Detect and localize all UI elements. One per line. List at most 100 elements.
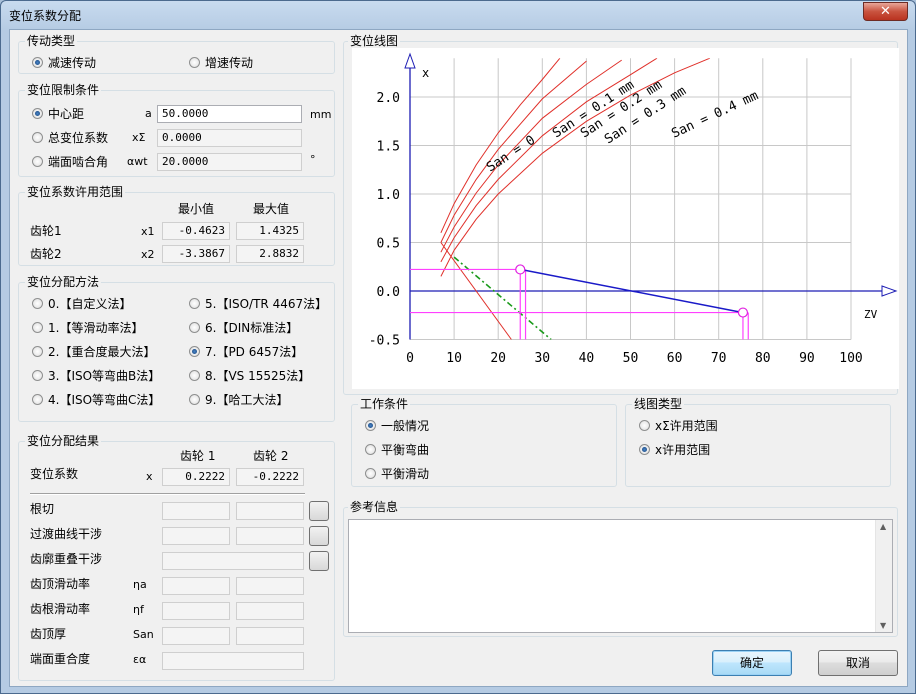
chart-area: 0 10 20 30 40 50 60 70 80 90 100 2.0 1.5 1.0 0.5 0.0 -0.… xyxy=(352,48,899,389)
result-row-symbol-6: εα xyxy=(133,653,147,666)
chart-title: 变位线图 xyxy=(348,33,401,49)
radio-work-bending[interactable] xyxy=(365,444,376,455)
range-col-min: 最小值 xyxy=(178,202,215,216)
radio-work-sliding[interactable] xyxy=(365,468,376,479)
result-row-gear1-5 xyxy=(162,627,230,645)
x-tick-label-10: 100 xyxy=(839,351,862,366)
result-row-gear2-4 xyxy=(236,602,304,620)
method-title: 变位分配方法 xyxy=(25,274,102,290)
result-x2: -0.2222 xyxy=(236,468,304,486)
y-tick-label-2: 1.0 xyxy=(377,188,400,203)
radio-pressure-angle[interactable] xyxy=(32,156,43,167)
total-coef-label: 总变位系数 xyxy=(48,131,109,145)
scroll-down-icon[interactable]: ▼ xyxy=(880,621,886,630)
result-row-gear1-4 xyxy=(162,602,230,620)
radio-method-9[interactable] xyxy=(189,394,200,405)
result-row-detail-button-1[interactable] xyxy=(309,526,329,546)
gear1-symbol: x1 xyxy=(141,225,155,238)
result-row-symbol-4: ηf xyxy=(133,603,144,616)
result-row-label-6: 端面重合度 xyxy=(30,652,91,666)
radio-linetype-x[interactable] xyxy=(639,444,650,455)
result-row-label-5: 齿顶厚 xyxy=(30,627,67,641)
result-row-label-3: 齿顶滑动率 xyxy=(30,577,91,591)
center-distance-unit: mm xyxy=(310,108,332,121)
result-row-detail-button-0[interactable] xyxy=(309,501,329,521)
close-icon: ✕ xyxy=(880,4,891,19)
gear2-min: -3.3867 xyxy=(162,245,230,263)
x-axis-label: ZV xyxy=(864,308,878,321)
result-row-detail-button-2[interactable] xyxy=(309,551,329,571)
drive-type-title: 传动类型 xyxy=(25,33,78,49)
range-col-max: 最大值 xyxy=(253,202,290,216)
red-curve-2 xyxy=(440,59,622,253)
result-col-gear1: 齿轮 1 xyxy=(180,449,216,463)
radio-method-8[interactable] xyxy=(32,394,43,405)
marker-1 xyxy=(737,307,749,318)
radio-linetype-total[interactable] xyxy=(639,420,650,431)
work-bending-label: 平衡弯曲 xyxy=(381,443,430,457)
method-label-5: 7.【PD 6457法】 xyxy=(205,345,304,359)
y-axis-arrow xyxy=(404,52,416,69)
x-tick-label-4: 40 xyxy=(579,351,595,366)
range-title: 变位系数许用范围 xyxy=(25,184,126,200)
work-general-label: 一般情况 xyxy=(381,419,430,433)
gear2-symbol: x2 xyxy=(141,248,155,261)
x-tick-label-3: 30 xyxy=(534,351,550,366)
radio-center-distance[interactable] xyxy=(32,108,43,119)
dialog-window: 变位系数分配 ✕ 传动类型 减速传动 增速传动 变位限制条件 中心距 a 50.… xyxy=(0,0,916,694)
result-row-gear1-3 xyxy=(162,577,230,595)
gear1-max: 1.4325 xyxy=(236,222,304,240)
radio-method-2[interactable] xyxy=(32,322,43,333)
range-group: 变位系数许用范围 最小值 最大值 齿轮1 x1 -0.4623 1.4325 齿… xyxy=(18,184,335,266)
ok-button[interactable]: 确定 xyxy=(712,650,792,676)
result-col-gear2: 齿轮 2 xyxy=(253,449,289,463)
result-row-gear2-0 xyxy=(236,502,304,520)
radio-method-5[interactable] xyxy=(189,346,200,357)
info-scrollbar[interactable]: ▲ ▼ xyxy=(875,520,892,632)
method-label-8: 4.【ISO等弯曲C法】 xyxy=(48,393,161,407)
gear2-max: 2.8832 xyxy=(236,245,304,263)
constraint-title: 变位限制条件 xyxy=(25,82,102,98)
radio-method-6[interactable] xyxy=(32,370,43,381)
x-tick-label-5: 50 xyxy=(623,351,639,366)
x-tick-label-6: 60 xyxy=(667,351,683,366)
result-row-gear2-5 xyxy=(236,627,304,645)
cancel-button[interactable]: 取消 xyxy=(818,650,898,676)
result-separator xyxy=(30,493,305,495)
marker-0 xyxy=(515,264,526,275)
radio-method-3[interactable] xyxy=(189,322,200,333)
pressure-angle-input[interactable]: 20.0000 xyxy=(157,153,302,171)
radio-method-7[interactable] xyxy=(189,370,200,381)
radio-method-1[interactable] xyxy=(189,298,200,309)
total-coef-symbol: xΣ xyxy=(132,131,146,144)
total-coef-input[interactable]: 0.0000 xyxy=(157,129,302,147)
decel-label: 减速传动 xyxy=(48,56,97,70)
radio-work-general[interactable] xyxy=(365,420,376,431)
y-tick-label-5: -0.5 xyxy=(369,334,400,349)
x-tick-label-2: 20 xyxy=(490,351,506,366)
pressure-angle-symbol: αwt xyxy=(127,155,148,168)
result-row-gear1-0 xyxy=(162,502,230,520)
radio-decel[interactable] xyxy=(32,57,43,68)
result-group: 变位分配结果 齿轮 1 齿轮 2 变位系数 x 0.2222 -0.2222 根… xyxy=(18,433,335,681)
method-label-6: 3.【ISO等弯曲B法】 xyxy=(48,369,161,383)
info-textarea[interactable]: ▲ ▼ xyxy=(348,519,893,633)
radio-accel[interactable] xyxy=(189,57,200,68)
radio-total-coef[interactable] xyxy=(32,132,43,143)
radio-method-0[interactable] xyxy=(32,298,43,309)
chart-svg: 0 10 20 30 40 50 60 70 80 90 100 2.0 1.5 1.0 0.5 0.0 -0.… xyxy=(369,52,898,366)
result-row-label-1: 过渡曲线干涉 xyxy=(30,527,103,541)
x-tick-label-0: 0 xyxy=(406,351,414,366)
linetype-total-label: xΣ许用范围 xyxy=(655,419,718,433)
y-axis-label: x xyxy=(422,66,429,80)
result-row-gear1-1 xyxy=(162,527,230,545)
result-row-gear2-1 xyxy=(236,527,304,545)
close-button[interactable]: ✕ xyxy=(863,2,908,21)
scroll-up-icon[interactable]: ▲ xyxy=(880,522,886,531)
result-row-value-6 xyxy=(162,652,304,670)
result-row-label-0: 根切 xyxy=(30,502,55,516)
center-distance-input[interactable]: 50.0000 xyxy=(157,105,302,123)
linetype-title: 线图类型 xyxy=(632,396,685,412)
pressure-angle-label: 端面啮合角 xyxy=(48,155,109,169)
radio-method-4[interactable] xyxy=(32,346,43,357)
